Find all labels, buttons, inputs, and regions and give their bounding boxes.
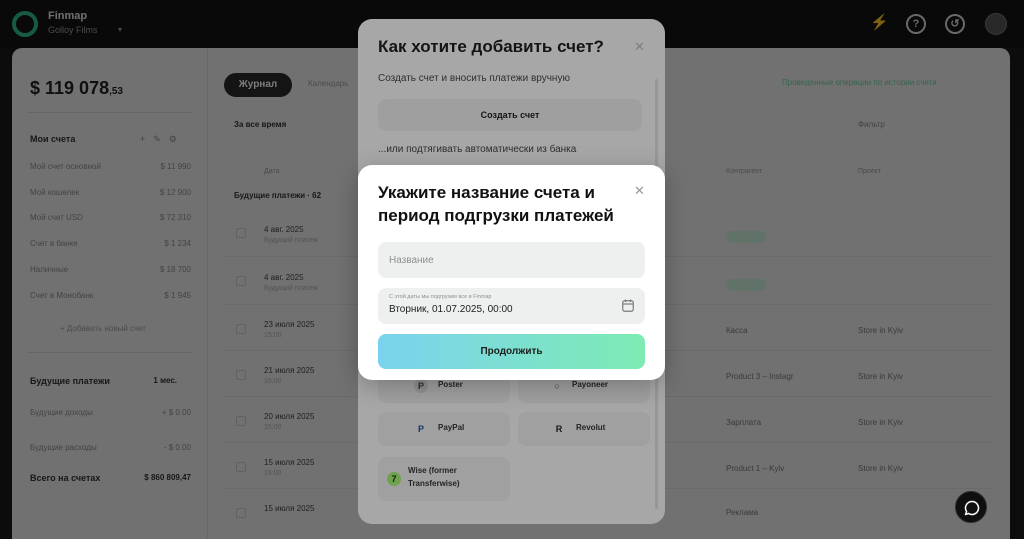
date-field-label: С этой даты мы подгрузим все в Finmap: [389, 294, 492, 300]
import-date-field[interactable]: С этой даты мы подгрузим все в Finmap Вт…: [378, 288, 645, 324]
app-root: Finmap Golloy Films ▾ ⚡ ? ↺ $ 119 078,53…: [0, 0, 1024, 539]
support-chat-button[interactable]: [955, 491, 987, 523]
close-icon[interactable]: ✕: [634, 183, 645, 199]
name-modal-title: Укажите название счета и период подгрузк…: [378, 183, 614, 225]
continue-button[interactable]: Продолжить: [378, 334, 645, 369]
account-name-input[interactable]: [378, 242, 645, 278]
account-name-modal: Укажите название счета и период подгрузк…: [358, 165, 665, 380]
calendar-icon[interactable]: [622, 299, 634, 312]
chat-icon: [964, 500, 980, 516]
date-field-value: Вторник, 01.07.2025, 00:00: [389, 304, 513, 315]
